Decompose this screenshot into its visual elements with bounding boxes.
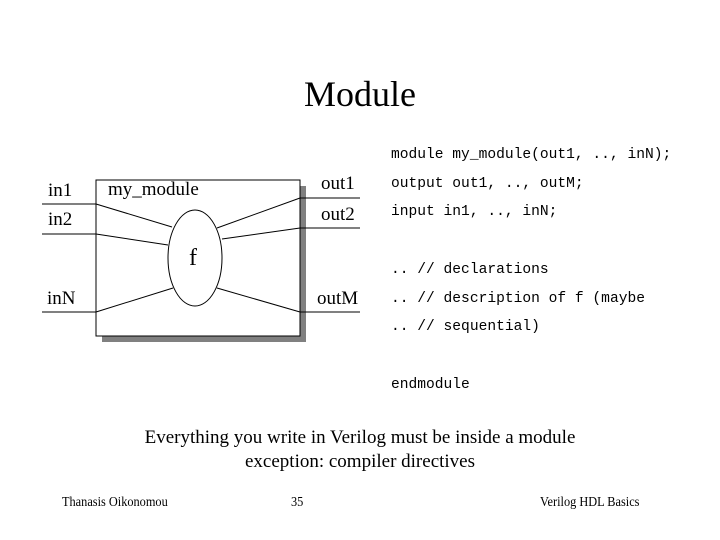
code-line-endmodule: endmodule [391,377,470,393]
code-line-declarations: .. // declarations [391,262,549,278]
code-line-sequential: .. // sequential) [391,319,540,335]
footer-course: Verilog HDL Basics [540,495,640,510]
code-line-input: input in1, .., inN; [391,204,558,220]
note-line-1: Everything you write in Verilog must be … [144,427,576,448]
function-label: f [189,245,197,271]
output-label-out1: out1 [321,173,355,194]
code-line-description: .. // description of f (maybe [391,291,645,307]
input-label-in1: in1 [48,180,73,201]
input-label-inN: inN [47,288,76,309]
footer-author: Thanasis Oikonomou [62,495,168,510]
output-label-out2: out2 [321,204,355,225]
input-label-in2: in2 [48,209,73,230]
module-name-label: my_module [108,179,199,200]
code-line-module: module my_module(out1, .., inN); [391,147,672,163]
note-line-2: exception: compiler directives [244,451,476,472]
output-label-outM: outM [317,288,359,309]
footer-page-number: 35 [291,495,304,510]
code-line-output: output out1, .., outM; [391,176,584,192]
